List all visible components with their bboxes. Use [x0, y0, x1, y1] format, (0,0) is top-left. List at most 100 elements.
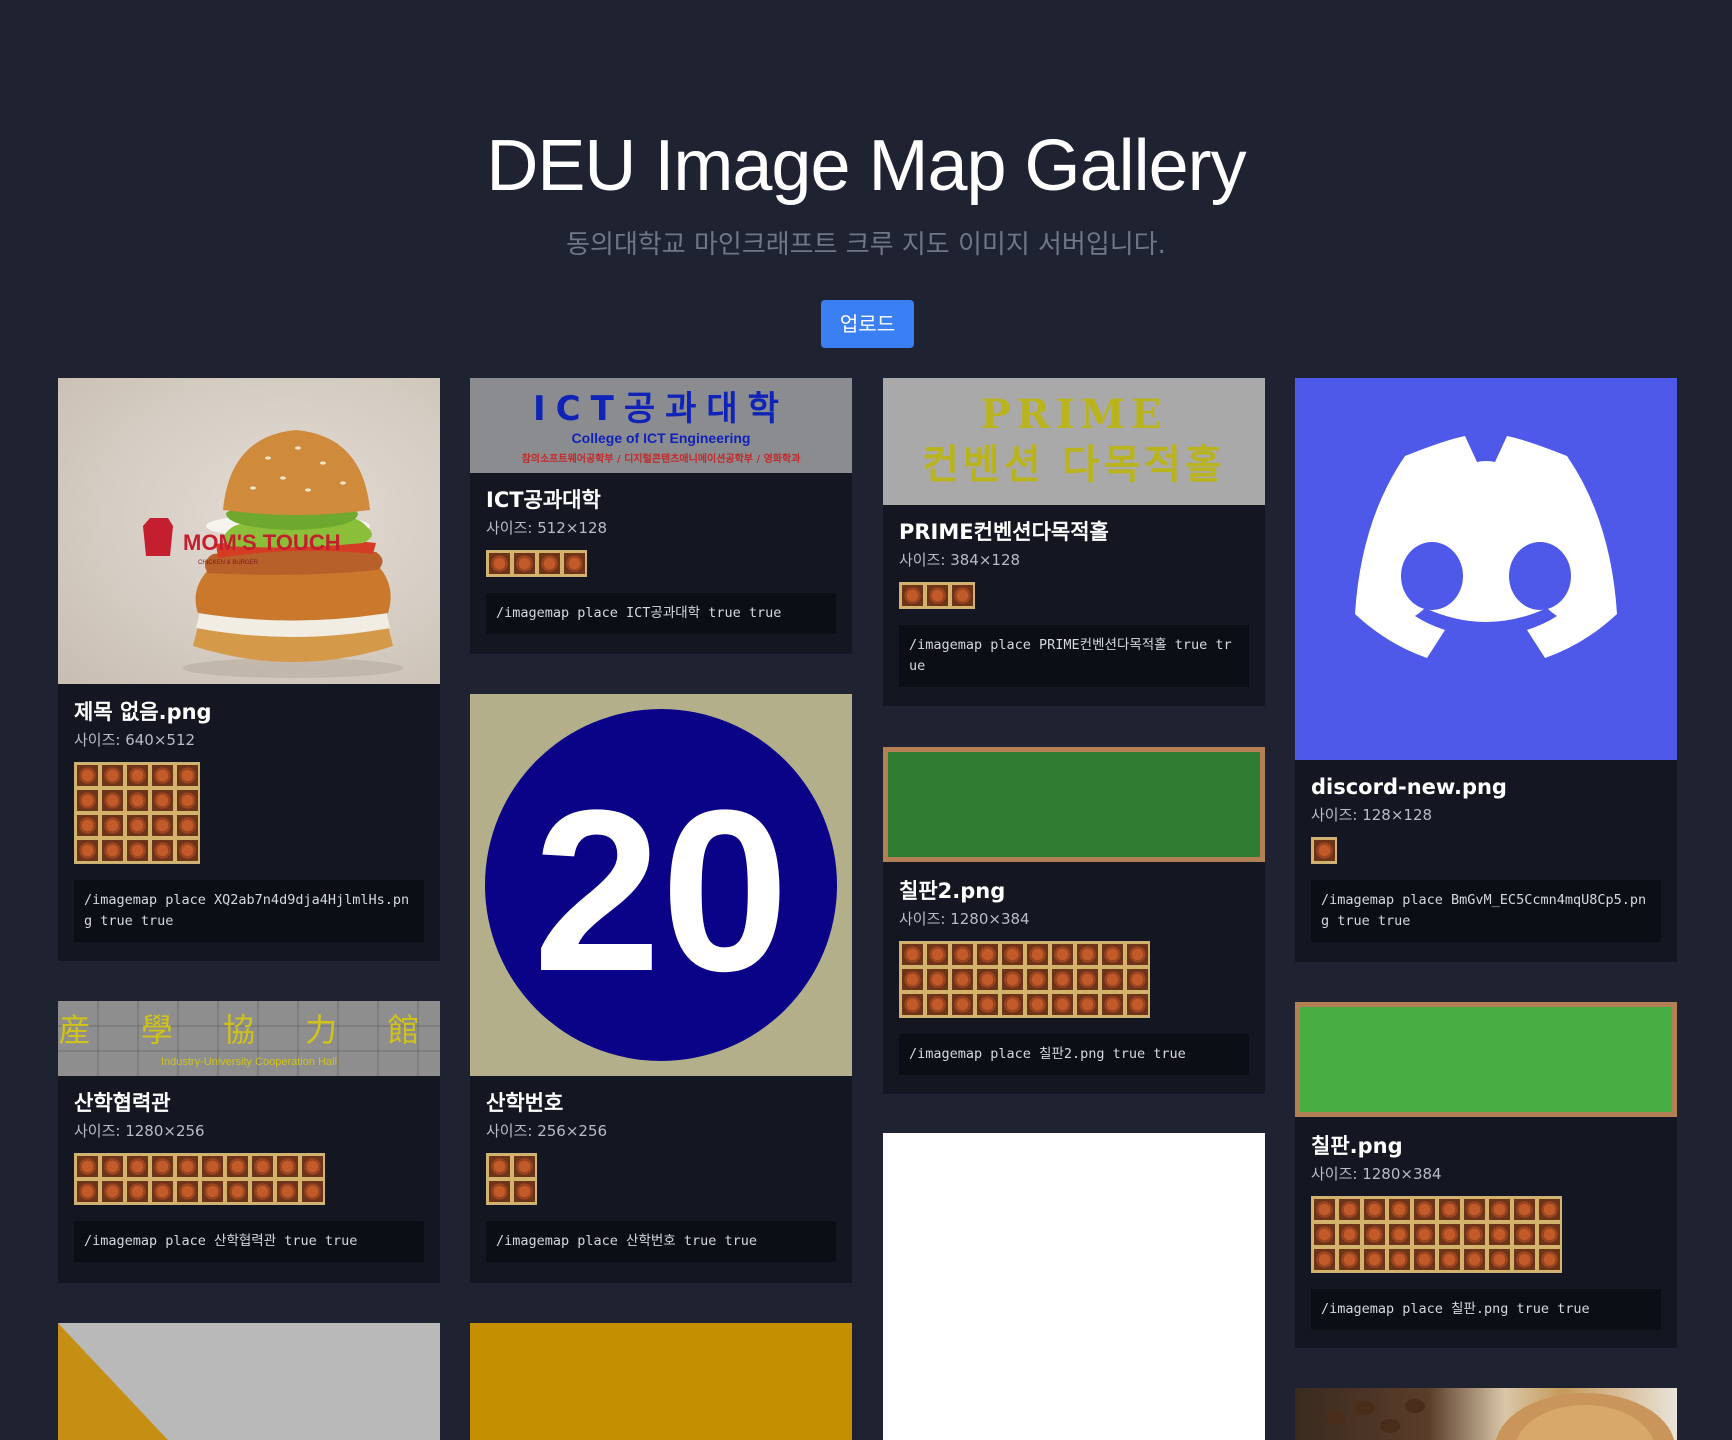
command-text[interactable]: /imagemap place BmGvM_EC5Ccmn4mqU8Cp5.pn…: [1311, 880, 1661, 942]
gallery-card[interactable]: 칠판2.png 사이즈: 1280×384 /imagemap place 칠판…: [883, 747, 1265, 1094]
gallery-card[interactable]: 칠판.png 사이즈: 1280×384 /imagemap place 칠판.…: [1295, 1002, 1677, 1348]
map-tile: [125, 1179, 150, 1204]
map-tile: [512, 1154, 537, 1179]
coffee-image: [1325, 1393, 1675, 1440]
gallery-card[interactable]: discord-new.png 사이즈: 128×128 /imagemap p…: [1295, 378, 1677, 962]
map-tile: [75, 788, 100, 813]
card-image[interactable]: [58, 1323, 440, 1440]
card-title: 칠판.png: [1311, 1134, 1403, 1158]
map-tile: [562, 551, 587, 576]
map-tile: [1362, 1247, 1387, 1272]
discord-icon: [1355, 436, 1617, 658]
card-image[interactable]: ICT공과대학 College of ICT Engineering 참의소프트…: [470, 378, 852, 473]
card-image[interactable]: [1295, 378, 1677, 760]
map-tile: [75, 838, 100, 863]
map-tile: [925, 967, 950, 992]
card-size: 사이즈: 1280×384: [899, 910, 1030, 928]
gallery-card[interactable]: PRIME 컨벤션 다목적홀 PRIME컨벤션다목적홀 사이즈: 384×128…: [883, 378, 1265, 706]
map-tile: [1100, 967, 1125, 992]
map-tile: [900, 942, 925, 967]
map-tile: [1537, 1197, 1562, 1222]
map-tile: [1462, 1247, 1487, 1272]
map-tile: [925, 583, 950, 608]
card-size: 사이즈: 384×128: [899, 551, 1021, 569]
map-tile: [925, 942, 950, 967]
tile-grid: [486, 550, 587, 577]
map-tile: [275, 1154, 300, 1179]
map-tile: [75, 1154, 100, 1179]
card-image[interactable]: [1295, 1002, 1677, 1117]
map-tile: [150, 788, 175, 813]
map-tile: [1312, 1197, 1337, 1222]
map-tile: [1337, 1247, 1362, 1272]
card-size: 사이즈: 512×128: [486, 519, 608, 537]
map-tile: [1125, 942, 1150, 967]
cooperation-hall-banner: 産 學 協 力 館 Industry-University Cooperatio…: [58, 1001, 440, 1076]
command-text[interactable]: /imagemap place 산학번호 true true: [486, 1221, 836, 1262]
gallery-card[interactable]: MOM'S TOUCH CHICKEN & BURGER 제목 없음.png 사…: [58, 378, 440, 961]
command-text[interactable]: /imagemap place PRIME컨벤션다목적홀 true true: [899, 625, 1249, 687]
card-image[interactable]: 20: [470, 694, 852, 1076]
gallery-card[interactable]: 産 學 協 力 館 Industry-University Cooperatio…: [58, 1001, 440, 1283]
card-image[interactable]: [470, 1323, 852, 1440]
burger-image: MOM'S TOUCH CHICKEN & BURGER: [143, 430, 403, 678]
command-text[interactable]: /imagemap place 칠판2.png true true: [899, 1034, 1249, 1075]
command-text[interactable]: /imagemap place 칠판.png true true: [1311, 1289, 1661, 1330]
map-tile: [512, 551, 537, 576]
command-text[interactable]: /imagemap place XQ2ab7n4d9dja4HjlmlHs.pn…: [74, 880, 424, 942]
map-tile: [1437, 1197, 1462, 1222]
map-tile: [175, 813, 200, 838]
upload-button[interactable]: 업로드: [821, 300, 914, 348]
page-title: DEU Image Map Gallery: [486, 126, 1246, 206]
gallery-card[interactable]: [470, 1323, 852, 1440]
map-tile: [300, 1179, 325, 1204]
gallery-card[interactable]: [1295, 1388, 1677, 1440]
card-image[interactable]: [883, 1133, 1265, 1440]
card-image[interactable]: [1295, 1388, 1677, 1440]
tile-grid: [899, 941, 1150, 1018]
map-tile: [1462, 1197, 1487, 1222]
map-tile: [487, 1179, 512, 1204]
card-image[interactable]: PRIME 컨벤션 다목적홀: [883, 378, 1265, 505]
map-tile: [150, 813, 175, 838]
command-text[interactable]: /imagemap place 산학협력관 true true: [74, 1221, 424, 1262]
gallery-card[interactable]: [58, 1323, 440, 1440]
map-tile: [100, 1179, 125, 1204]
map-tile: [1537, 1247, 1562, 1272]
map-tile: [100, 763, 125, 788]
tile-grid: [899, 582, 975, 609]
map-tile: [200, 1179, 225, 1204]
command-text[interactable]: /imagemap place ICT공과대학 true true: [486, 593, 836, 634]
map-tile: [250, 1154, 275, 1179]
card-image[interactable]: MOM'S TOUCH CHICKEN & BURGER: [58, 378, 440, 684]
map-tile: [1487, 1247, 1512, 1272]
map-tile: [1512, 1197, 1537, 1222]
map-tile: [1025, 992, 1050, 1017]
map-tile: [975, 967, 1000, 992]
map-tile: [175, 838, 200, 863]
map-tile: [125, 838, 150, 863]
tile-grid: [74, 1153, 325, 1205]
map-tile: [487, 1154, 512, 1179]
card-image[interactable]: 産 學 協 力 館 Industry-University Cooperatio…: [58, 1001, 440, 1076]
map-tile: [1537, 1222, 1562, 1247]
map-tile: [487, 551, 512, 576]
map-tile: [175, 763, 200, 788]
map-tile: [975, 942, 1000, 967]
map-tile: [1412, 1222, 1437, 1247]
card-title: PRIME컨벤션다목적홀: [899, 520, 1109, 544]
gallery-card[interactable]: [883, 1133, 1265, 1440]
map-tile: [512, 1179, 537, 1204]
map-tile: [950, 942, 975, 967]
gallery-card[interactable]: ICT공과대학 College of ICT Engineering 참의소프트…: [470, 378, 852, 654]
map-tile: [1050, 967, 1075, 992]
map-tile: [1312, 1247, 1337, 1272]
map-tile: [1362, 1222, 1387, 1247]
map-tile: [75, 763, 100, 788]
map-tile: [1125, 992, 1150, 1017]
card-size: 사이즈: 1280×384: [1311, 1165, 1442, 1183]
gallery-card[interactable]: 20 산학번호 사이즈: 256×256 /imagemap place 산학번…: [470, 694, 852, 1283]
map-tile: [1000, 942, 1025, 967]
banner-subtitle: Industry-University Cooperation Hall: [161, 1056, 337, 1068]
card-image[interactable]: [883, 747, 1265, 862]
